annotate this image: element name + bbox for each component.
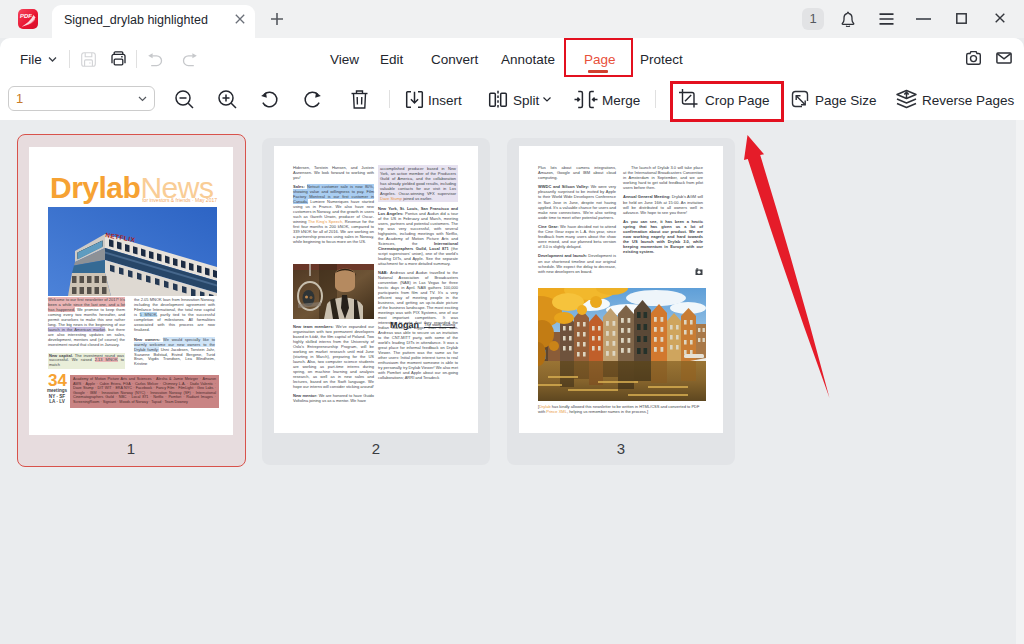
svg-text:PDF: PDF: [20, 14, 33, 20]
